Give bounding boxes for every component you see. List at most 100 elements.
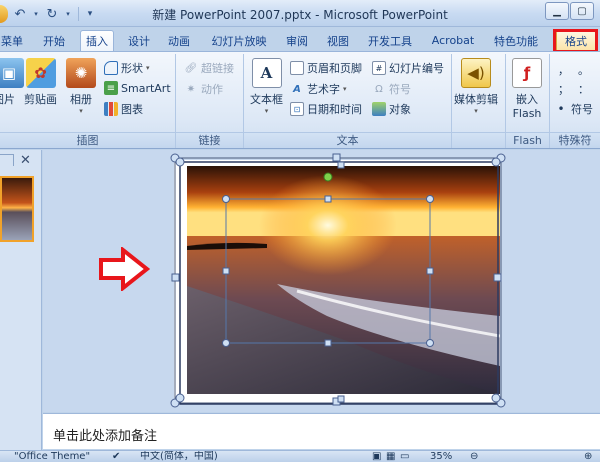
- header-footer-icon: [290, 61, 304, 75]
- textbox-icon: A: [251, 58, 282, 88]
- picture-button[interactable]: ▣ 图片: [0, 58, 24, 107]
- group-flash: ƒ 嵌入 Flash Flash: [506, 54, 550, 148]
- dropdown-arrow-icon: ▾: [146, 64, 150, 72]
- action-button[interactable]: ✷ 动作: [184, 81, 223, 97]
- tab-animation[interactable]: 动画: [161, 30, 197, 51]
- status-bar: "Office Theme" ✔ 中文(简体，中国) ▣ ▦ ▭ 35% ⊖ ⊕: [0, 450, 600, 462]
- album-button[interactable]: ✺ 相册 ▾: [66, 58, 96, 115]
- textbox-label: 文本框: [250, 93, 283, 106]
- tab-label: 设计: [128, 34, 150, 48]
- slide-number-button[interactable]: # 幻灯片编号: [372, 60, 444, 76]
- embed-flash-button[interactable]: ƒ 嵌入 Flash: [512, 58, 542, 120]
- notes-pane[interactable]: 单击此处添加备注: [43, 413, 600, 449]
- symbol-colon-button[interactable]: ：: [578, 81, 589, 97]
- datetime-button[interactable]: ⊡ 日期和时间: [290, 101, 362, 117]
- spellcheck-icon[interactable]: ✔: [112, 451, 120, 462]
- chart-button[interactable]: 图表: [104, 101, 143, 117]
- shapes-icon: [104, 61, 118, 75]
- clipart-button[interactable]: ✿ 剪贴画: [24, 58, 57, 107]
- shapes-button[interactable]: 形状 ▾: [104, 60, 150, 76]
- tab-review[interactable]: 审阅: [279, 30, 315, 51]
- dropdown-arrow-icon: ▾: [343, 85, 347, 93]
- omega-icon: Ω: [375, 83, 383, 95]
- textbox-button[interactable]: A 文本框 ▾: [250, 58, 283, 115]
- picture-label: 图片: [0, 93, 15, 106]
- tab-menu[interactable]: 菜单: [0, 30, 30, 51]
- symbol-period-button[interactable]: 。: [578, 62, 589, 78]
- group-label-special: 特殊符: [550, 132, 600, 148]
- hyperlink-label: 超链接: [201, 62, 234, 75]
- tab-acrobat[interactable]: Acrobat: [424, 30, 482, 51]
- semicolon-char: ；: [558, 83, 569, 96]
- language-indicator[interactable]: 中文(简体，中国): [140, 451, 218, 462]
- tab-developer[interactable]: 开发工具: [362, 30, 418, 51]
- media-clips-label: 媒体剪辑: [454, 93, 498, 106]
- tab-label: 菜单: [1, 34, 23, 48]
- dropdown-arrow-icon: ▾: [264, 107, 269, 115]
- group-media: ◀) 媒体剪辑 ▾: [452, 54, 506, 148]
- album-icon: ✺: [66, 58, 96, 88]
- tab-label: 开始: [43, 34, 65, 48]
- group-label-media: [452, 132, 505, 148]
- group-links: 🔗︎ 超链接 ✷ 动作 链接: [176, 54, 244, 148]
- slideshow-view-icon[interactable]: ▭: [400, 451, 409, 462]
- ribbon-panel: ▣ 图片 ✿ 剪贴画 ✺ 相册 ▾ 形状 ▾ ≡ SmartArt 图表 插图: [0, 51, 600, 149]
- symbol-comma-button[interactable]: ，: [558, 62, 569, 78]
- tab-slideshow[interactable]: 幻灯片放映: [203, 30, 275, 51]
- tab-view[interactable]: 视图: [320, 30, 356, 51]
- zoom-level[interactable]: 35%: [430, 451, 452, 462]
- hyperlink-icon: 🔗︎: [184, 62, 198, 74]
- group-special-symbols: ， 。 ； ： • 符号 特殊符: [550, 54, 600, 148]
- tab-label: 幻灯片放映: [211, 34, 267, 48]
- tab-insert[interactable]: 插入: [80, 30, 114, 51]
- chart-label: 图表: [121, 103, 143, 116]
- zoom-in-icon[interactable]: ⊕: [584, 451, 592, 462]
- special-symbol-button[interactable]: • 符号: [554, 101, 593, 117]
- object-button[interactable]: 对象: [372, 101, 411, 117]
- normal-view-icon[interactable]: ▣: [372, 451, 381, 462]
- tab-label: 插入: [86, 35, 108, 48]
- tab-label: Acrobat: [431, 34, 475, 47]
- header-footer-label: 页眉和页脚: [307, 62, 362, 75]
- format-tab-highlight-box: [553, 29, 598, 53]
- tab-label: 动画: [168, 34, 190, 48]
- selection-handles-overlay: [170, 153, 506, 408]
- header-footer-button[interactable]: 页眉和页脚: [290, 60, 362, 76]
- colon-char: ：: [578, 83, 589, 96]
- embed-label: 嵌入: [516, 93, 538, 106]
- minimize-icon[interactable]: ▁: [545, 2, 569, 20]
- group-text: A 文本框 ▾ 页眉和页脚 A 艺术字 ▾ ⊡ 日期和时间 # 幻灯片编号 Ω …: [244, 54, 452, 148]
- group-illustrations: ▣ 图片 ✿ 剪贴画 ✺ 相册 ▾ 形状 ▾ ≡ SmartArt 图表 插图: [0, 54, 176, 148]
- datetime-label: 日期和时间: [307, 103, 362, 116]
- rotate-handle-icon[interactable]: [323, 172, 333, 182]
- red-arrow-icon: [99, 247, 150, 291]
- period-char: 。: [578, 64, 589, 77]
- media-clips-button[interactable]: ◀) 媒体剪辑 ▾: [454, 58, 498, 115]
- album-label: 相册: [70, 93, 92, 106]
- tab-design[interactable]: 设计: [121, 30, 157, 51]
- action-icon: ✷: [186, 83, 196, 95]
- sorter-view-icon[interactable]: ▦: [386, 451, 395, 462]
- notes-placeholder: 单击此处添加备注: [53, 429, 158, 444]
- object-label: 对象: [389, 103, 411, 116]
- flash-icon: ƒ: [512, 58, 542, 88]
- window-title: 新建 PowerPoint 2007.pptx - Microsoft Powe…: [152, 8, 448, 22]
- ribbon-tab-row: 菜单 开始 插入 设计 动画 幻灯片放映 审阅 视图 开发工具 Acrobat …: [0, 27, 600, 51]
- zoom-out-icon[interactable]: ⊖: [470, 451, 478, 462]
- close-icon[interactable]: ✕: [20, 153, 31, 168]
- title-bar: ↶ ▾ ↻ ▾ ▾ 新建 PowerPoint 2007.pptx - Micr…: [0, 0, 600, 27]
- slide-thumbnail[interactable]: [0, 176, 34, 242]
- outline-tab[interactable]: [0, 154, 14, 166]
- restore-icon[interactable]: ▢: [570, 2, 594, 20]
- symbol-button[interactable]: Ω 符号: [372, 81, 411, 97]
- wordart-button[interactable]: A 艺术字 ▾: [290, 81, 347, 97]
- wordart-icon: A: [293, 83, 301, 95]
- group-label-flash: Flash: [506, 132, 549, 148]
- tab-featured[interactable]: 特色功能: [488, 30, 544, 51]
- symbol-semicolon-button[interactable]: ；: [558, 81, 569, 97]
- smartart-button[interactable]: ≡ SmartArt: [104, 81, 171, 95]
- special-symbol-label: 符号: [571, 103, 593, 116]
- smartart-label: SmartArt: [121, 81, 171, 95]
- hyperlink-button[interactable]: 🔗︎ 超链接: [184, 60, 234, 76]
- tab-home[interactable]: 开始: [36, 30, 72, 51]
